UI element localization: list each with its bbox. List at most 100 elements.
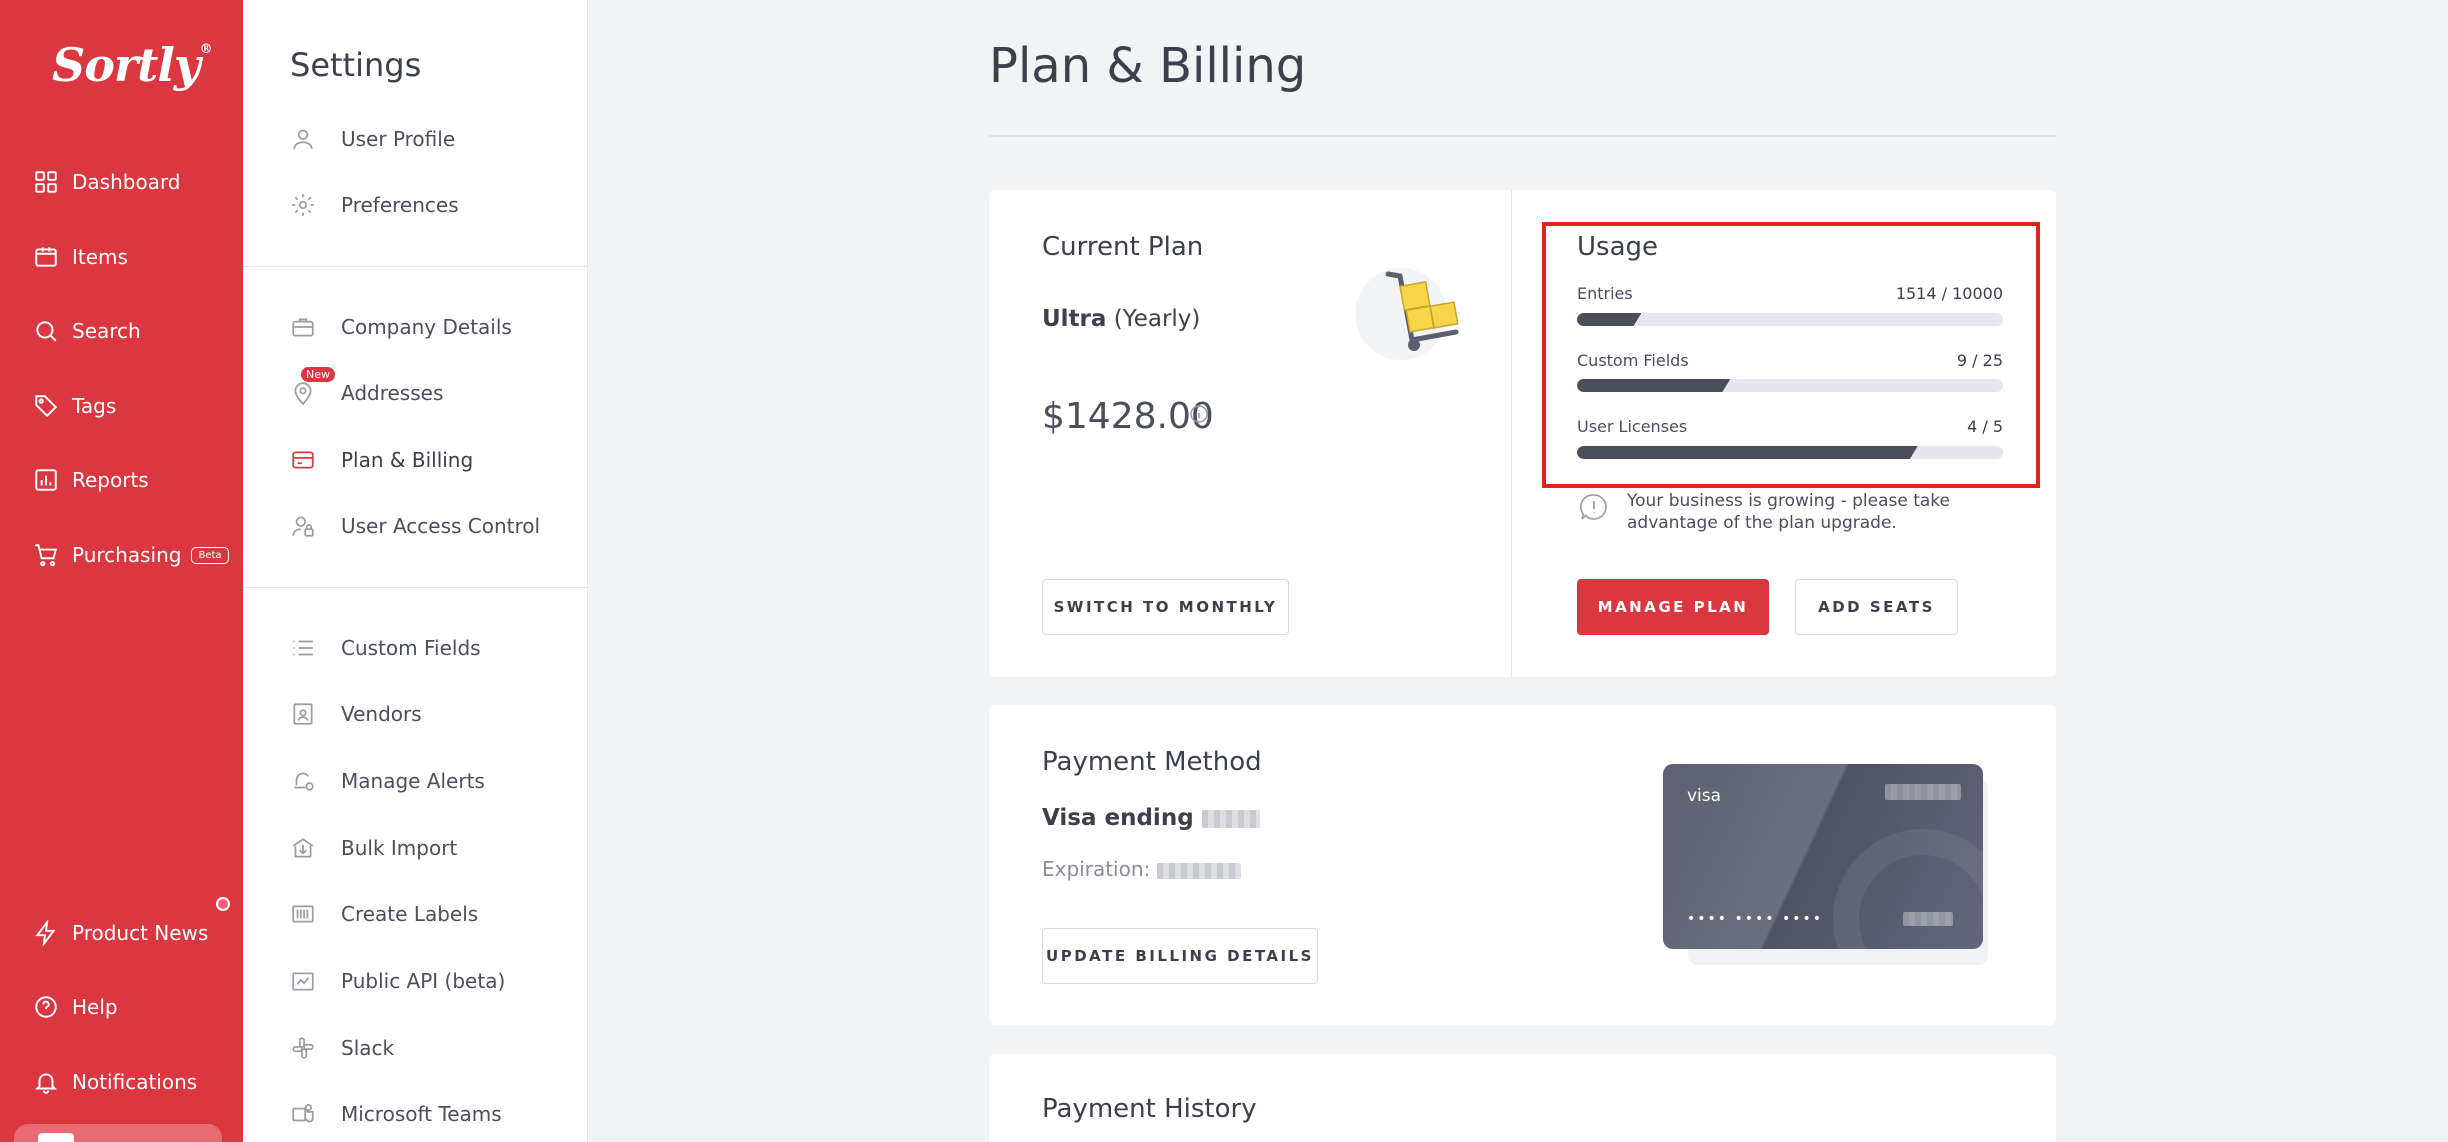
plan-price: $1428.00 — [1042, 396, 1214, 437]
settings-item-label: Public API (beta) — [341, 969, 506, 993]
usage-heading: Usage — [1577, 232, 1659, 262]
settings-item-preferences[interactable]: Preferences — [289, 187, 459, 223]
slack-icon — [289, 1034, 317, 1062]
usage-value-custom-fields: 9 / 25 — [1956, 351, 2003, 370]
cart-icon — [32, 541, 60, 569]
update-billing-details-button[interactable]: UPDATE BILLING DETAILS — [1042, 928, 1318, 984]
nav-label: Search — [72, 319, 141, 343]
usage-bar-custom-fields — [1577, 379, 2003, 392]
settings-item-label: User Profile — [341, 127, 456, 151]
nav-reports[interactable]: Reports — [32, 460, 149, 500]
nav-label: Tags — [72, 394, 117, 418]
settings-item-plan-billing[interactable]: Plan & Billing — [289, 442, 473, 478]
credit-card-graphic: visa •••• •••• •••• — [1663, 764, 1983, 949]
settings-item-label: Slack — [341, 1036, 395, 1060]
upgrade-notice: Your business is growing - please take a… — [1627, 491, 1951, 533]
settings-item-user-access-control[interactable]: User Access Control — [289, 508, 540, 544]
gear-icon — [289, 191, 317, 219]
settings-item-create-labels[interactable]: Create Labels — [289, 896, 478, 932]
settings-divider — [243, 587, 588, 588]
title-divider — [989, 135, 2056, 137]
nav-tags[interactable]: Tags — [32, 386, 116, 426]
plan-name: Ultra (Yearly) — [1042, 306, 1201, 332]
lightning-icon — [32, 919, 60, 947]
settings-item-microsoft-teams[interactable]: Microsoft Teams — [289, 1096, 502, 1132]
settings-panel: Settings User Profile Preferences Compan… — [243, 0, 588, 1142]
settings-item-label: User Access Control — [341, 514, 541, 538]
settings-divider — [243, 266, 588, 267]
nav-label: Items — [72, 245, 128, 269]
nav-help[interactable]: Help — [32, 987, 118, 1027]
payment-method-heading: Payment Method — [1042, 747, 1262, 777]
new-badge: New — [301, 367, 335, 382]
search-icon — [32, 317, 60, 345]
usage-bar-fill — [1577, 446, 1918, 459]
sortly-logo[interactable]: Sortly® — [52, 38, 213, 92]
location-pin-icon: New — [289, 367, 335, 407]
settings-item-label: Plan & Billing — [341, 448, 474, 472]
settings-item-vendors[interactable]: Vendors — [289, 696, 422, 732]
settings-item-label: Microsoft Teams — [341, 1102, 502, 1126]
import-icon — [289, 834, 317, 862]
settings-item-company-details[interactable]: Company Details — [289, 309, 512, 345]
payment-history-card: Payment History — [989, 1054, 2056, 1142]
settings-item-label: Addresses — [341, 381, 444, 405]
beta-badge: Beta — [191, 546, 229, 564]
reports-icon — [32, 466, 60, 494]
bell-gear-icon — [289, 767, 317, 795]
nav-label: Help — [72, 995, 118, 1019]
settings-item-label: Company Details — [341, 315, 512, 339]
current-plan-heading: Current Plan — [1042, 232, 1204, 262]
redacted-date — [1156, 862, 1241, 879]
settings-item-label: Custom Fields — [341, 636, 481, 660]
nav-product-news[interactable]: Product News — [32, 913, 208, 953]
nav-search[interactable]: Search — [32, 311, 141, 351]
settings-item-addresses[interactable]: New Addresses — [289, 367, 444, 411]
user-lock-icon — [289, 512, 317, 540]
nav-label: Reports — [72, 468, 149, 492]
settings-item-label: Manage Alerts — [341, 769, 485, 793]
settings-item-public-api[interactable]: Public API (beta) — [289, 963, 505, 999]
nav-label: Product News — [72, 921, 209, 945]
notification-dot — [216, 897, 230, 911]
nav-purchasing[interactable]: Purchasing Beta — [32, 535, 229, 575]
settings-item-label: Preferences — [341, 193, 459, 217]
nav-dashboard[interactable]: Dashboard — [32, 162, 181, 202]
card-divider — [1511, 190, 1512, 677]
settings-item-slack[interactable]: Slack — [289, 1030, 394, 1066]
bell-icon — [32, 1068, 60, 1096]
usage-label-user-licenses: User Licenses — [1577, 417, 1688, 436]
usage-value-user-licenses: 4 / 5 — [1967, 417, 2003, 436]
settings-item-bulk-import[interactable]: Bulk Import — [289, 830, 457, 866]
api-icon — [289, 967, 317, 995]
redacted-digits — [1201, 809, 1260, 828]
main-sidebar: Sortly® Dashboard Items Search Tags Repo… — [0, 0, 243, 1142]
nav-items[interactable]: Items — [32, 237, 128, 277]
card-brand: visa — [1687, 786, 1722, 806]
redacted-card-exp — [1903, 912, 1953, 926]
settings-item-label: Create Labels — [341, 902, 479, 926]
nav-notifications[interactable]: Notifications — [32, 1062, 197, 1102]
vendor-icon — [289, 700, 317, 728]
manage-plan-button[interactable]: MANAGE PLAN — [1577, 579, 1769, 635]
settings-item-user-profile[interactable]: User Profile — [289, 121, 455, 157]
nav-label: Notifications — [72, 1070, 198, 1094]
info-icon[interactable] — [1189, 404, 1209, 424]
card-number-dots: •••• •••• •••• — [1687, 911, 1823, 927]
switch-to-monthly-button[interactable]: SWITCH TO MONTHLY — [1042, 579, 1289, 635]
dashboard-icon — [32, 168, 60, 196]
payment-history-heading: Payment History — [1042, 1094, 1257, 1124]
nav-label: Purchasing — [72, 543, 182, 567]
items-icon — [32, 243, 60, 271]
usage-bar-fill — [1577, 379, 1730, 392]
page-title: Plan & Billing — [989, 38, 1307, 94]
list-icon — [289, 634, 317, 662]
settings-item-manage-alerts[interactable]: Manage Alerts — [289, 763, 485, 799]
settings-item-label: Vendors — [341, 702, 422, 726]
usage-label-entries: Entries — [1577, 284, 1633, 303]
user-icon — [289, 125, 317, 153]
usage-bar-fill — [1577, 313, 1641, 326]
settings-item-custom-fields[interactable]: Custom Fields — [289, 630, 481, 666]
add-seats-button[interactable]: ADD SEATS — [1795, 579, 1958, 635]
barcode-icon — [289, 900, 317, 928]
